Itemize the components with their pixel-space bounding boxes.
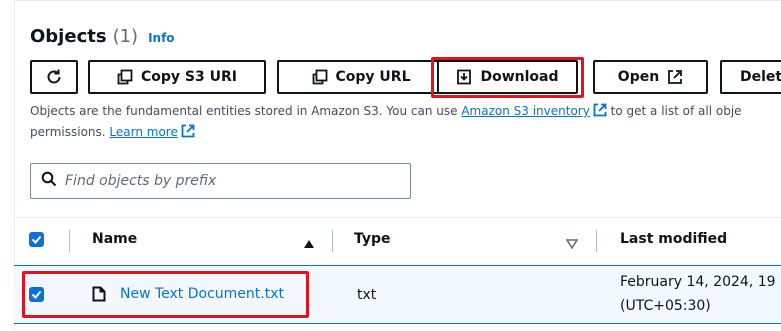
selected-object-highlight (22, 271, 309, 318)
description-text-tail: to get a list of all obje (606, 104, 742, 118)
external-link-icon (181, 124, 195, 144)
description-text-line2: permissions. (30, 125, 110, 139)
search-icon (41, 171, 57, 191)
table-header: Name Type Last modified (14, 218, 781, 264)
objects-description: Objects are the fundamental entities sto… (30, 102, 781, 144)
copy-url-button[interactable]: Copy URL (277, 60, 445, 94)
sort-ascending-icon[interactable] (303, 234, 315, 253)
description-line-1: Objects are the fundamental entities sto… (30, 102, 781, 123)
object-last-modified-date: February 14, 2024, 19 (620, 274, 776, 290)
search-box (30, 163, 411, 199)
page-title: Objects (30, 26, 107, 47)
copy-icon (312, 69, 328, 85)
copy-s3-uri-label: Copy S3 URI (141, 69, 237, 85)
learn-more-link[interactable]: Learn more (109, 125, 177, 139)
refresh-button[interactable] (30, 60, 78, 94)
external-link-icon (593, 103, 607, 123)
column-header-name[interactable]: Name (92, 231, 137, 247)
description-text: Objects are the fundamental entities sto… (30, 104, 462, 118)
column-separator (69, 230, 70, 252)
description-line-2: permissions. Learn more (30, 123, 781, 144)
copy-icon (117, 69, 133, 85)
copy-s3-uri-button[interactable]: Copy S3 URI (88, 60, 266, 94)
info-link[interactable]: Info (148, 31, 174, 45)
objects-header: Objects (1) Info (30, 26, 175, 47)
external-link-icon (667, 69, 683, 85)
object-last-modified-timezone: (UTC+05:30) (620, 298, 711, 314)
search-input[interactable] (65, 173, 395, 189)
object-type: txt (357, 287, 377, 303)
refresh-icon (45, 68, 63, 86)
delete-label: Delet (740, 69, 781, 85)
column-separator[interactable] (332, 230, 333, 252)
open-label: Open (617, 69, 660, 85)
copy-url-label: Copy URL (335, 69, 411, 85)
delete-button[interactable]: Delet (720, 60, 781, 94)
inventory-link[interactable]: Amazon S3 inventory (461, 104, 590, 118)
sort-descending-icon[interactable] (565, 234, 579, 253)
column-header-type[interactable]: Type (354, 231, 391, 247)
select-all-checkbox[interactable] (29, 232, 44, 247)
open-button[interactable]: Open (593, 60, 708, 94)
column-separator[interactable] (596, 230, 597, 252)
checkbox-checked-icon (31, 230, 42, 249)
download-highlight (431, 57, 584, 98)
column-header-last-modified[interactable]: Last modified (620, 231, 727, 247)
object-count: (1) (112, 26, 139, 47)
